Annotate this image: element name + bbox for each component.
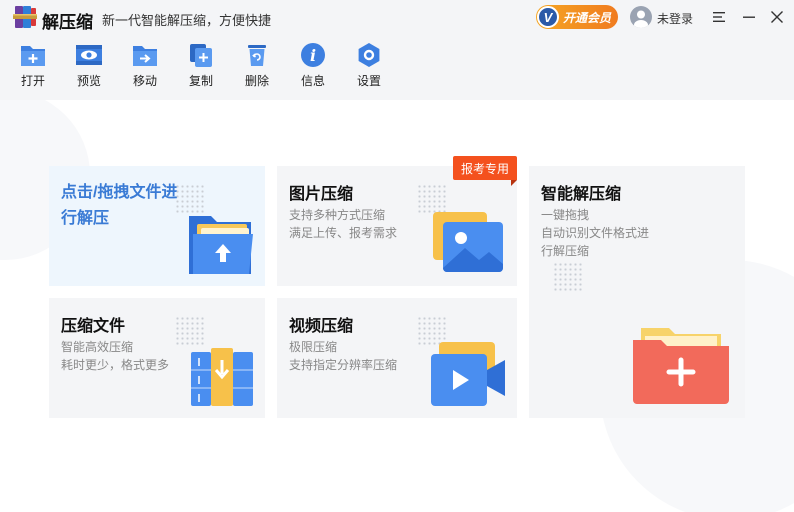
- dot-pattern: [175, 316, 205, 346]
- smart-decompress-desc-line: 自动识别文件格式进: [541, 226, 650, 240]
- info-icon: i: [301, 43, 325, 67]
- image-compress-desc: 支持多种方式压缩 满足上传、报考需求: [289, 206, 397, 242]
- toolbar: 打开 预览 移动 复制 删除 i 信息 设置: [0, 36, 794, 100]
- image-icon: [433, 212, 503, 272]
- dot-pattern: [553, 262, 583, 292]
- compress-file-title: 压缩文件: [61, 318, 126, 335]
- move-button[interactable]: 移动: [120, 42, 170, 98]
- vip-label: 开通会员: [563, 10, 612, 25]
- drop-zone-card[interactable]: 点击/拖拽文件进行解压: [49, 166, 265, 286]
- video-compress-card[interactable]: 视频压缩 极限压缩 支持指定分辨率压缩: [277, 298, 517, 418]
- app-logo-icon: [13, 6, 37, 28]
- move-label: 移动: [132, 74, 157, 88]
- smart-decompress-desc-line: 行解压缩: [541, 244, 590, 258]
- copy-button[interactable]: 复制: [176, 42, 226, 98]
- exam-tag-badge: 报考专用: [453, 156, 517, 180]
- image-compress-card[interactable]: 图片压缩 支持多种方式压缩 满足上传、报考需求: [277, 166, 517, 286]
- smart-decompress-card[interactable]: 智能解压缩 一键拖拽 自动识别文件格式进 行解压缩: [529, 166, 745, 418]
- copy-icon: [190, 44, 212, 67]
- close-button[interactable]: [766, 6, 788, 28]
- open-label: 打开: [20, 74, 45, 88]
- close-icon: [771, 11, 783, 23]
- compress-file-desc: 智能高效压缩 耗时更少，格式更多: [61, 338, 169, 374]
- smart-decompress-desc: 一键拖拽 自动识别文件格式进 行解压缩: [541, 206, 649, 260]
- trash-icon: [248, 45, 266, 66]
- compress-file-card[interactable]: 压缩文件 智能高效压缩 耗时更少，格式更多: [49, 298, 265, 418]
- avatar[interactable]: [630, 6, 652, 28]
- delete-button[interactable]: 删除: [232, 42, 282, 98]
- login-link[interactable]: 未登录: [657, 10, 693, 27]
- smart-decompress-title: 智能解压缩: [541, 186, 622, 203]
- compress-file-desc-line: 智能高效压缩: [61, 340, 134, 354]
- title-bar: 解压缩 新一代智能解压缩，方便快捷 V 开通会员 未登录: [0, 0, 794, 36]
- folder-plus-icon: [21, 46, 45, 66]
- gear-icon: [358, 43, 380, 67]
- smart-decompress-desc-line: 一键拖拽: [541, 208, 590, 222]
- video-compress-title: 视频压缩: [289, 318, 354, 335]
- menu-button[interactable]: [709, 6, 731, 28]
- open-button[interactable]: 打开: [8, 42, 58, 98]
- app-title: 解压缩: [42, 13, 93, 32]
- vip-icon: V: [537, 6, 559, 28]
- settings-button[interactable]: 设置: [344, 42, 394, 98]
- copy-label: 复制: [188, 74, 213, 88]
- vip-button[interactable]: V 开通会员: [536, 5, 618, 29]
- image-compress-desc-line: 满足上传、报考需求: [289, 226, 398, 240]
- info-label: 信息: [300, 74, 325, 88]
- hamburger-icon: [713, 12, 725, 22]
- compress-file-desc-line: 耗时更少，格式更多: [61, 358, 170, 372]
- folder-arrow-icon: [133, 46, 157, 66]
- image-compress-title: 图片压缩: [289, 186, 354, 203]
- app-slogan: 新一代智能解压缩，方便快捷: [102, 13, 272, 28]
- folder-add-icon: [633, 328, 729, 404]
- delete-label: 删除: [244, 74, 269, 88]
- user-icon: [634, 10, 648, 28]
- folder-upload-icon: [189, 216, 253, 274]
- image-compress-desc-line: 支持多种方式压缩: [289, 208, 386, 222]
- preview-button[interactable]: 预览: [64, 42, 114, 98]
- minimize-button[interactable]: [738, 6, 760, 28]
- settings-label: 设置: [356, 74, 381, 88]
- svg-text:i: i: [310, 46, 316, 65]
- video-compress-desc: 极限压缩 支持指定分辨率压缩: [289, 338, 397, 374]
- video-compress-desc-line: 支持指定分辨率压缩: [289, 358, 398, 372]
- eye-icon: [76, 45, 102, 65]
- archive-icon: [191, 348, 253, 406]
- drop-zone-title: 点击/拖拽文件进行解压: [61, 184, 178, 227]
- exam-tag-fold: [511, 180, 517, 186]
- info-button[interactable]: i 信息: [288, 42, 338, 98]
- video-compress-desc-line: 极限压缩: [289, 340, 338, 354]
- preview-label: 预览: [76, 74, 101, 88]
- minimize-icon: [743, 16, 755, 18]
- video-icon: [431, 342, 505, 406]
- main-area: 点击/拖拽文件进行解压 图片压缩 支持多种方式压缩 满足上传、报考需求 智能解压…: [0, 100, 794, 512]
